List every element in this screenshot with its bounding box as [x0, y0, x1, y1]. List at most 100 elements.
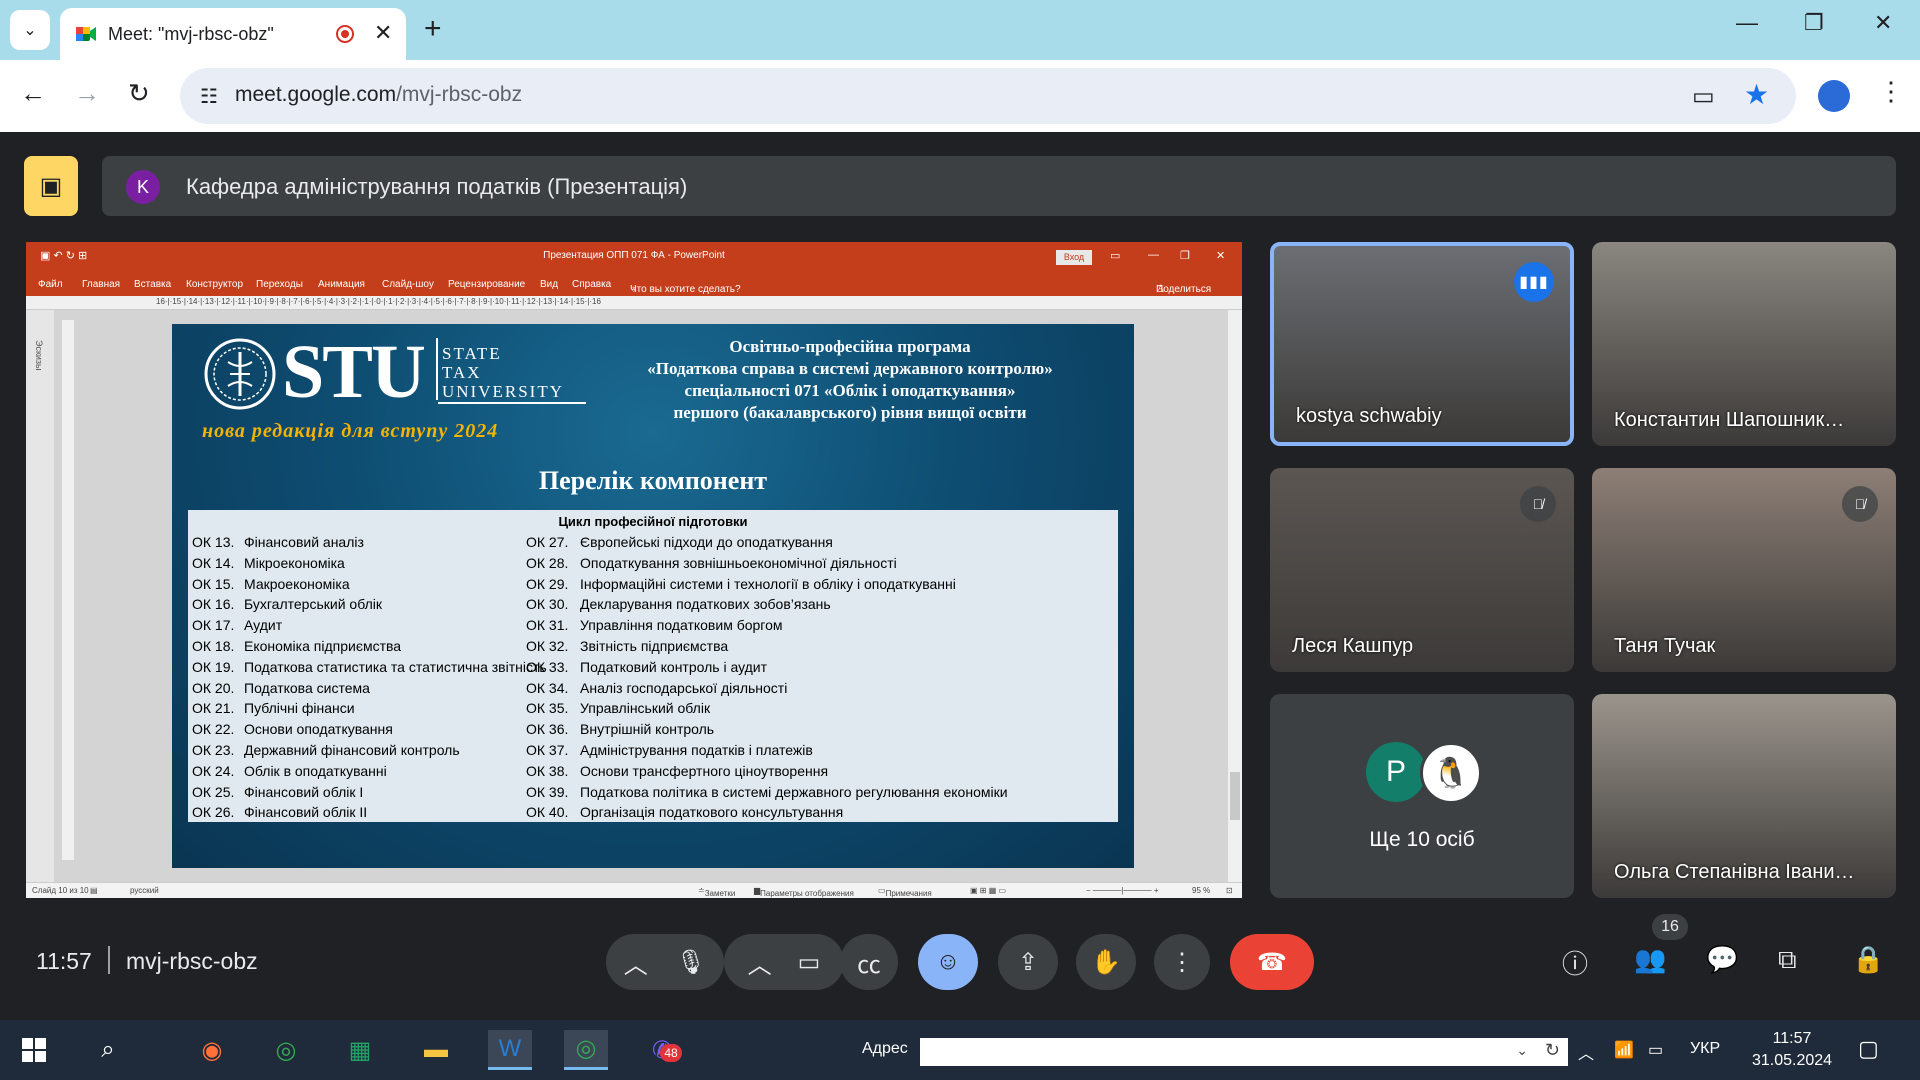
ppt-tab-slideshow[interactable]: Слайд-шоу: [382, 279, 434, 290]
ppt-language[interactable]: русский: [130, 886, 159, 895]
address-toolbar-input[interactable]: ⌄ ↻: [920, 1038, 1568, 1066]
ppt-notes-button[interactable]: ≐ Заметки: [698, 886, 735, 898]
component-name: Мікроекономіка: [244, 554, 345, 571]
leave-call-button[interactable]: ☎: [1230, 934, 1314, 990]
bookmark-star-icon[interactable]: ★: [1744, 78, 1769, 111]
back-button[interactable]: ←: [20, 78, 46, 109]
ppt-display-settings-button[interactable]: ▆ Параметры отображения: [754, 886, 854, 898]
ppt-zoom-slider[interactable]: − ─────|───── +: [1086, 886, 1159, 895]
ppt-tab-transitions[interactable]: Переходы: [256, 279, 303, 290]
chrome-icon[interactable]: ◎: [264, 1030, 308, 1070]
component-name: Макроекономіка: [244, 575, 350, 592]
meeting-details-button[interactable]: ⓘ: [1562, 944, 1588, 981]
component-code: ОК 37.: [526, 742, 569, 758]
ppt-ribbon-icon[interactable]: ▭: [1110, 249, 1120, 262]
ppt-close-icon[interactable]: ✕: [1216, 249, 1225, 262]
camera-in-use-icon[interactable]: ▭: [1692, 82, 1715, 111]
network-icon[interactable]: 📶: [1614, 1040, 1634, 1060]
ppt-tab-review[interactable]: Рецензирование: [448, 279, 525, 290]
ppt-view-buttons[interactable]: ▣ ⊞ ▦ ▭: [970, 886, 1006, 895]
browser-menu-icon[interactable]: ⋮: [1878, 76, 1904, 107]
ppt-comments-button[interactable]: ▭ Примечания: [878, 886, 932, 898]
stop-presenting-button[interactable]: ▣: [24, 156, 78, 216]
address-bar[interactable]: ☷ meet.google.com/mvj-rbsc-obz ▭ ★: [180, 68, 1796, 124]
more-participants-tile[interactable]: P 🐧 Ще 10 осіб: [1270, 694, 1574, 898]
word-icon[interactable]: W: [488, 1030, 532, 1070]
site-settings-icon[interactable]: ☷: [200, 84, 218, 109]
notifications-icon[interactable]: ▢: [1858, 1036, 1879, 1062]
host-controls-button[interactable]: 🔒: [1852, 944, 1884, 975]
component-name: Економіка підприємства: [244, 638, 402, 654]
hang-up-icon: ☎: [1257, 948, 1287, 976]
presentation-banner: K Кафедра адміністрування податків (През…: [102, 156, 1896, 216]
tab-close-icon[interactable]: ✕: [374, 20, 392, 46]
ppt-scrollbar[interactable]: [1228, 310, 1242, 882]
ppt-tab-animations[interactable]: Анимация: [318, 279, 365, 290]
ppt-thumbnails-pane[interactable]: Эскизы: [26, 310, 54, 882]
windows-start-icon[interactable]: [22, 1038, 46, 1062]
search-icon[interactable]: ⌕: [86, 1030, 130, 1070]
refresh-icon[interactable]: ↻: [1545, 1040, 1560, 1061]
ppt-tab-file[interactable]: Файл: [38, 279, 63, 290]
component-name: Звітність підприємства: [580, 638, 729, 654]
forward-button[interactable]: →: [74, 78, 100, 109]
participant-tile[interactable]: ▮▮▮ kostya schwabiy: [1270, 242, 1574, 446]
ppt-scroll-thumb[interactable]: [1230, 772, 1240, 820]
tray-overflow-icon[interactable]: ︿: [1578, 1040, 1594, 1064]
captions-button[interactable]: ㏄: [840, 934, 898, 990]
more-options-button[interactable]: ⋮: [1154, 934, 1210, 990]
restore-button[interactable]: ❐: [1804, 10, 1824, 36]
participant-tile[interactable]: 🎙̸ Леся Кашпур: [1270, 468, 1574, 672]
microphone-button[interactable]: 🎙: [676, 948, 706, 977]
video-options-chevron-icon[interactable]: ︿: [748, 945, 772, 980]
minimize-button[interactable]: —: [1736, 10, 1758, 36]
dropdown-chevron-icon[interactable]: ⌄: [1516, 1042, 1528, 1059]
chat-button[interactable]: 💬: [1706, 944, 1738, 975]
ppt-fit-icon[interactable]: ⊡: [1226, 886, 1233, 895]
chrome-active-icon[interactable]: ◎: [564, 1030, 608, 1070]
ppt-tab-view[interactable]: Вид: [540, 279, 558, 290]
reload-button[interactable]: ↻: [128, 78, 150, 109]
close-window-button[interactable]: ✕: [1874, 10, 1892, 36]
excel-icon[interactable]: ▦: [338, 1030, 382, 1070]
ppt-tab-help[interactable]: Справка: [572, 279, 611, 290]
component-code: ОК 19.: [192, 658, 235, 675]
input-language[interactable]: УКР: [1690, 1040, 1720, 1058]
ppt-zoom-level[interactable]: 95 %: [1192, 886, 1210, 895]
table-row: ОК 26. Фінансовий облік ІІ ОК 40. Організац…: [188, 802, 1118, 823]
ppt-tab-home[interactable]: Главная: [82, 279, 120, 290]
file-explorer-icon[interactable]: ▬: [414, 1030, 458, 1070]
component-code: ОК 30.: [526, 596, 569, 613]
reactions-button[interactable]: ☺: [918, 934, 978, 990]
participant-tile[interactable]: 🎙̸ Таня Тучак: [1592, 468, 1896, 672]
tab-search-button[interactable]: ⌄: [10, 10, 50, 50]
component-code: ОК 24.: [192, 762, 235, 779]
firefox-icon[interactable]: ◉: [190, 1030, 234, 1070]
participant-tile[interactable]: Ольга Степанівна Івани…: [1592, 694, 1896, 898]
audio-options-chevron-icon[interactable]: ︿: [624, 945, 648, 980]
taskbar-clock[interactable]: 11:57 31.05.2024: [1742, 1028, 1842, 1072]
emoji-icon: ☺: [935, 948, 961, 975]
raise-hand-button[interactable]: ✋: [1076, 934, 1136, 990]
ppt-tab-insert[interactable]: Вставка: [134, 279, 171, 290]
browser-tab-meet[interactable]: Meet: "mvj-rbsc-obz" ✕: [60, 8, 406, 60]
penguin-avatar-icon: 🐧: [1420, 742, 1482, 804]
battery-icon[interactable]: ▭: [1648, 1040, 1663, 1060]
activities-button[interactable]: ⧉: [1778, 944, 1797, 976]
meeting-code: mvj-rbsc-obz: [126, 948, 258, 974]
ppt-signin-button[interactable]: Вход: [1056, 250, 1092, 265]
ppt-spellcheck-icon[interactable]: ▤: [90, 886, 98, 895]
camera-button[interactable]: ▭: [798, 948, 821, 977]
url-text: meet.google.com/mvj-rbsc-obz: [235, 83, 523, 106]
ppt-minimize-icon[interactable]: —: [1148, 249, 1159, 261]
ppt-tab-design[interactable]: Конструктор: [186, 279, 243, 290]
logo-words: STATE TAX UNIVERSITY: [442, 344, 564, 401]
component-code: ОК 36.: [526, 721, 569, 738]
profile-avatar[interactable]: [1818, 80, 1850, 112]
ppt-restore-icon[interactable]: ❐: [1180, 249, 1190, 262]
new-tab-button[interactable]: +: [424, 12, 442, 46]
present-button[interactable]: ⇪: [998, 934, 1058, 990]
people-button[interactable]: 👥: [1634, 944, 1666, 975]
participant-tile[interactable]: Константин Шапошник…: [1592, 242, 1896, 446]
google-meet-icon: [76, 27, 96, 41]
